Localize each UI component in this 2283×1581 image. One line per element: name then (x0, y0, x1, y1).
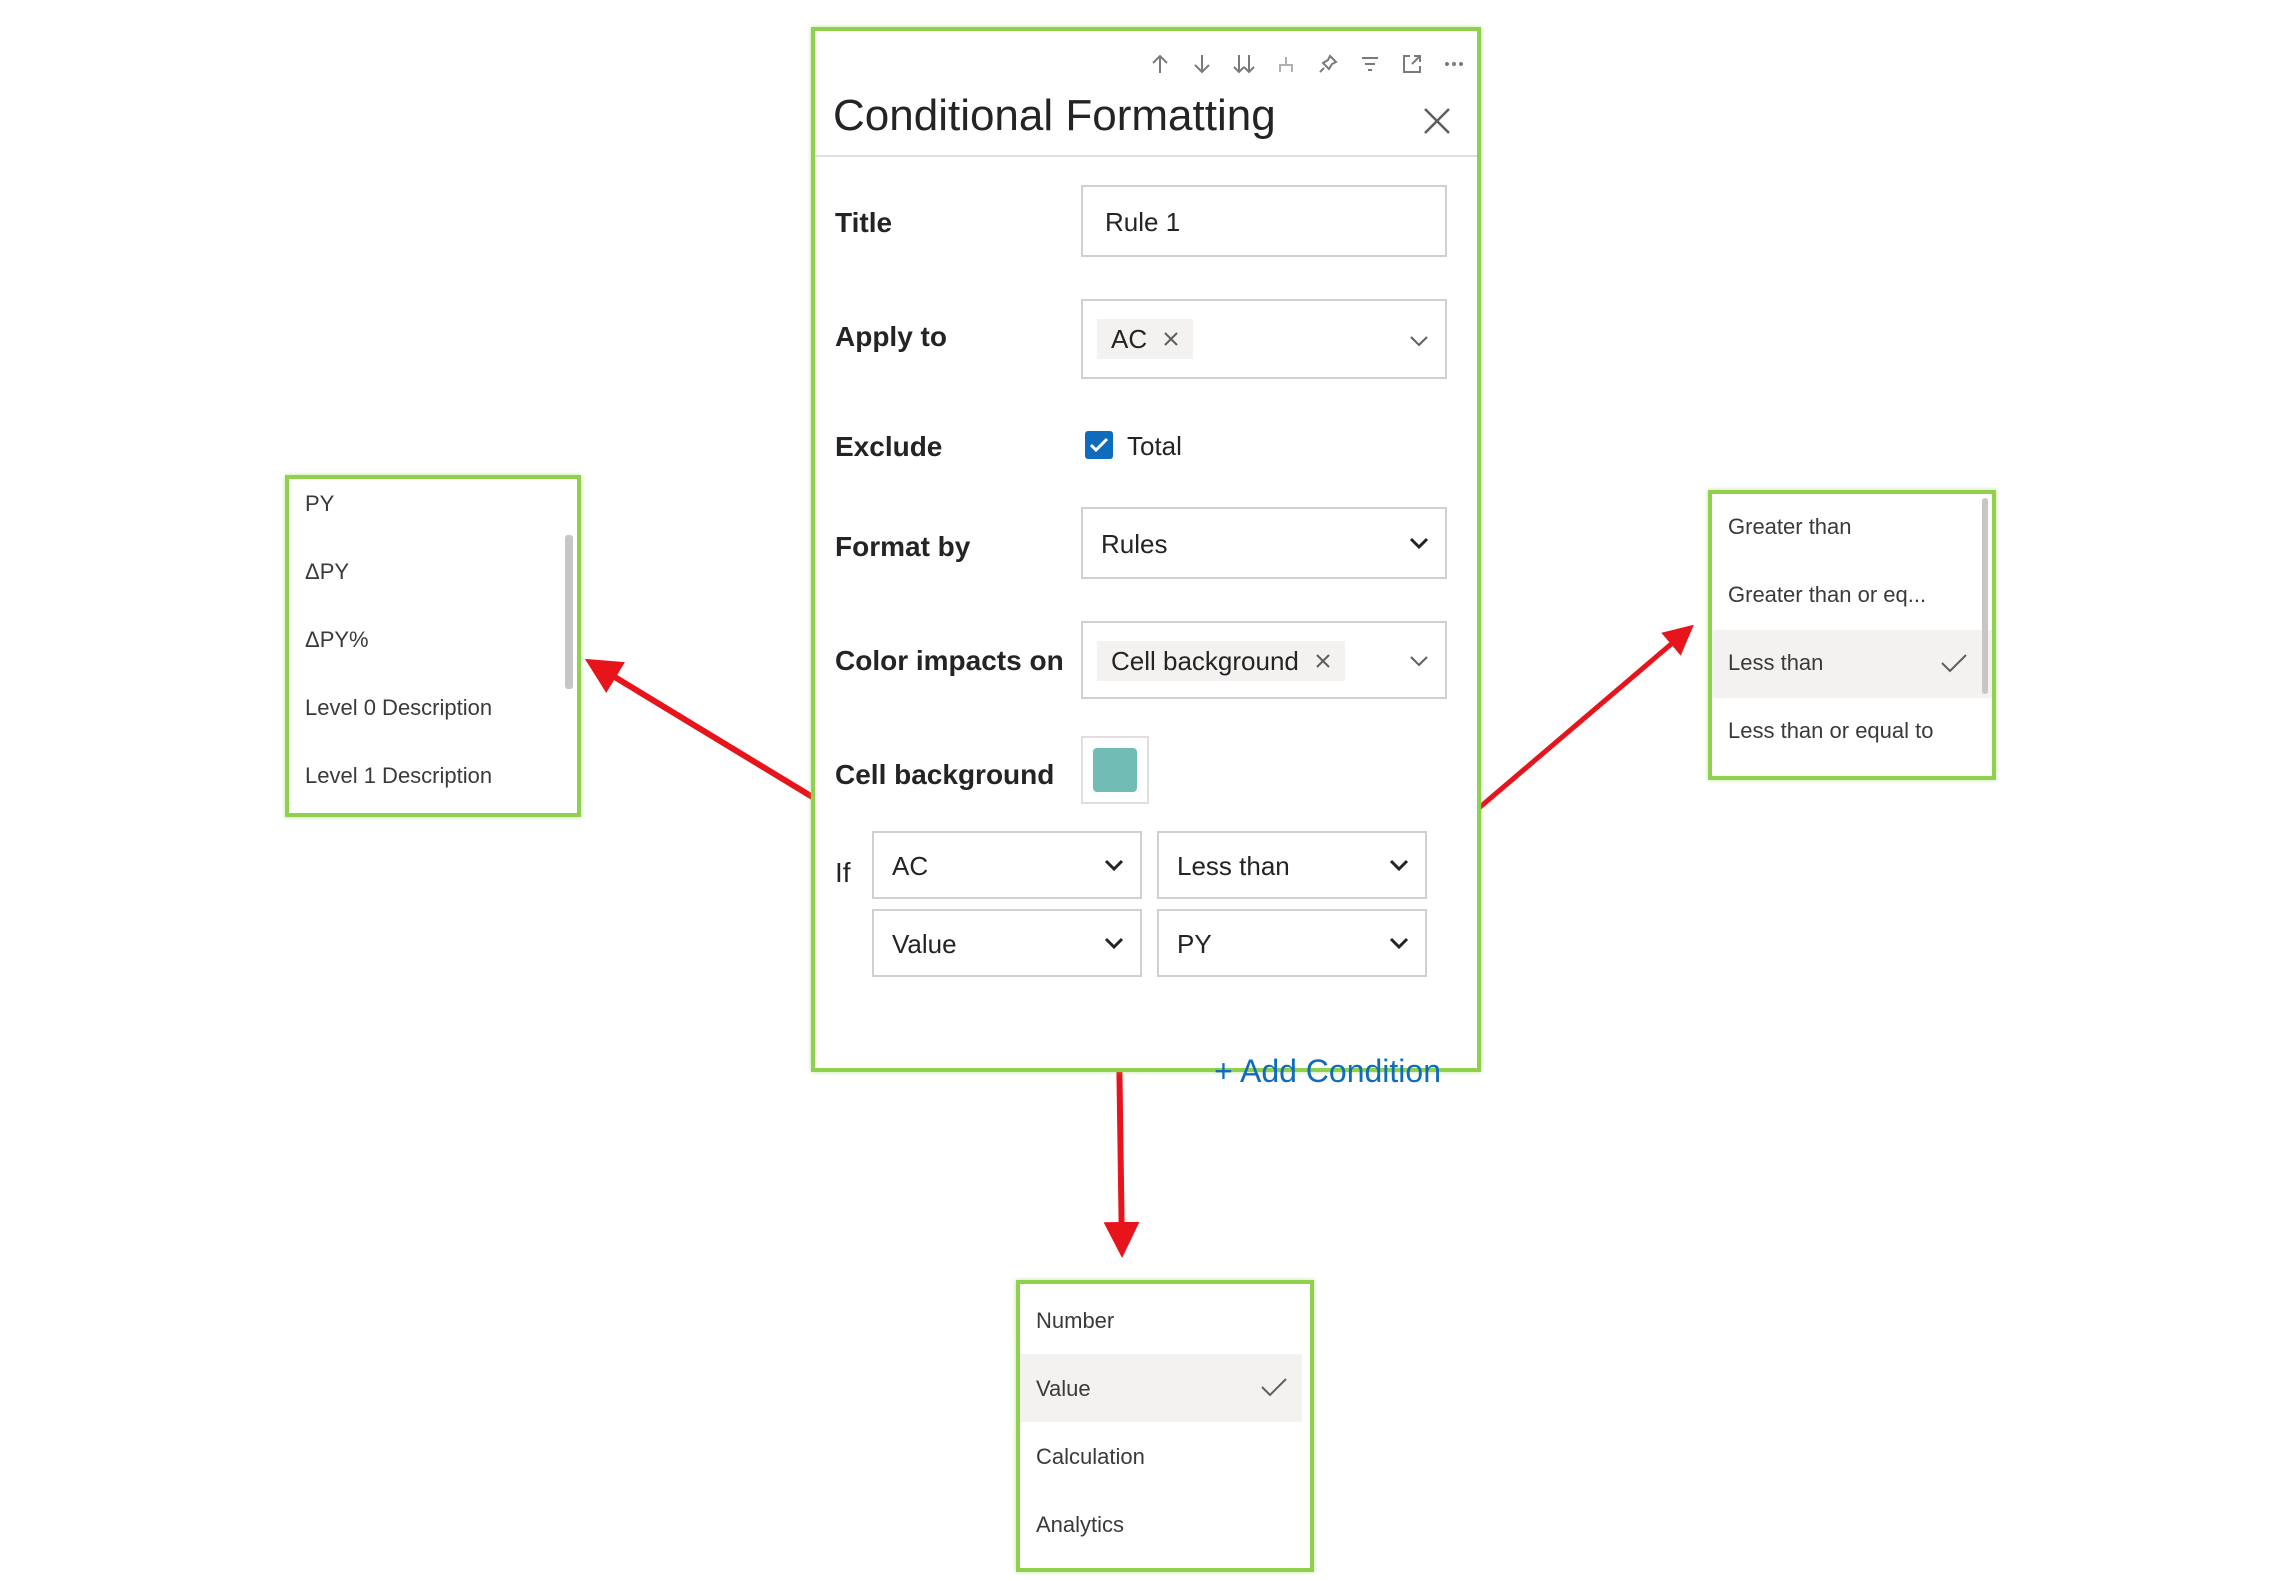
chevron-down-icon (1410, 656, 1428, 667)
visual-header-toolbar (1145, 49, 1469, 79)
list-item-label: Less than or equal to (1728, 718, 1934, 743)
chevron-down-icon (1409, 537, 1429, 550)
checkmark-icon (1261, 1378, 1287, 1397)
format-by-value: Rules (1101, 529, 1168, 559)
list-item-label: PY (305, 491, 335, 516)
value-type-list-dropdown: Number Value Calculation Analytics (1016, 1280, 1314, 1572)
list-item-label: ΔPY (305, 559, 350, 584)
condition-value-type-dropdown[interactable]: Value (872, 909, 1142, 977)
list-item-label: Analytics (1036, 1512, 1125, 1537)
add-condition-button[interactable]: + Add Condition (1214, 1053, 1441, 1090)
condition-compare-dropdown[interactable]: PY (1157, 909, 1427, 977)
exclude-label: Exclude (835, 431, 943, 462)
list-item-label: ΔPY% (305, 627, 369, 652)
list-item-label: Number (1036, 1308, 1115, 1333)
list-item-label: Level 1 Description (305, 763, 493, 788)
list-item-selected[interactable]: Value (1020, 1354, 1302, 1422)
color-impacts-dropdown[interactable]: Cell background (1081, 621, 1447, 699)
more-options-icon[interactable] (1439, 49, 1469, 79)
pin-icon[interactable] (1313, 49, 1343, 79)
chevron-down-icon (1410, 336, 1428, 347)
exclude-total-checkbox[interactable] (1085, 431, 1113, 459)
apply-to-label: Apply to (835, 321, 947, 352)
focus-mode-icon[interactable] (1397, 49, 1427, 79)
remove-chip-icon[interactable] (1315, 653, 1331, 669)
color-swatch (1093, 748, 1137, 792)
if-label: If (835, 857, 851, 888)
list-item-label: Greater than (1728, 514, 1852, 539)
color-picker[interactable] (1081, 736, 1149, 804)
title-input[interactable]: Rule 1 (1081, 185, 1447, 257)
list-item-selected[interactable]: Less than (1712, 630, 1992, 698)
arrow-up-icon[interactable] (1145, 49, 1175, 79)
double-arrow-down-icon[interactable] (1229, 49, 1259, 79)
apply-to-chip: AC (1097, 319, 1194, 359)
chevron-down-icon (1389, 937, 1409, 950)
format-by-dropdown[interactable]: Rules (1081, 507, 1447, 579)
title-divider (815, 155, 1477, 157)
condition-field-value: AC (892, 851, 929, 881)
scrollbar[interactable] (565, 535, 573, 689)
condition-compare-value: PY (1177, 929, 1212, 959)
color-impacts-chip-label: Cell background (1111, 645, 1299, 676)
cell-background-label: Cell background (835, 759, 1055, 790)
scrollbar[interactable] (1982, 498, 1988, 694)
list-item-label: Greater than or eq... (1728, 582, 1927, 607)
condition-operator-dropdown[interactable]: Less than (1157, 831, 1427, 899)
color-impacts-chip: Cell background (1097, 641, 1345, 681)
format-by-label: Format by (835, 531, 971, 562)
list-item-label: Value (1036, 1376, 1091, 1401)
list-item-label: Calculation (1036, 1444, 1145, 1469)
condition-operator-value: Less than (1177, 851, 1290, 881)
title-input-value: Rule 1 (1105, 207, 1181, 237)
checkmark-icon (1941, 654, 1967, 673)
chevron-down-icon (1104, 937, 1124, 950)
list-item-label: Level 0 Description (305, 695, 493, 720)
filter-icon[interactable] (1355, 49, 1385, 79)
checkmark-icon (1089, 437, 1109, 453)
panel-title: Conditional Formatting (833, 91, 1276, 140)
close-icon[interactable] (1417, 101, 1457, 141)
condition-field-dropdown[interactable]: AC (872, 831, 1142, 899)
chevron-down-icon (1104, 859, 1124, 872)
apply-to-chip-label: AC (1111, 323, 1148, 354)
operator-list-dropdown: Greater than Greater than or eq... Less … (1708, 490, 1996, 780)
drill-icon[interactable] (1271, 49, 1301, 79)
apply-to-dropdown[interactable]: AC (1081, 299, 1447, 379)
title-label: Title (835, 207, 893, 238)
chevron-down-icon (1389, 859, 1409, 872)
color-impacts-label: Color impacts on (835, 645, 1064, 676)
field-list-dropdown: PY ΔPY ΔPY% Level 0 Description Level 1 … (285, 475, 581, 817)
conditional-formatting-panel: Conditional Formatting Title Rule 1 Appl… (811, 27, 1481, 1089)
condition-value-type-value: Value (892, 929, 957, 959)
remove-chip-icon[interactable] (1163, 331, 1179, 347)
exclude-option-label: Total (1127, 431, 1182, 461)
list-item-label: Less than (1728, 650, 1824, 675)
arrow-down-icon[interactable] (1187, 49, 1217, 79)
